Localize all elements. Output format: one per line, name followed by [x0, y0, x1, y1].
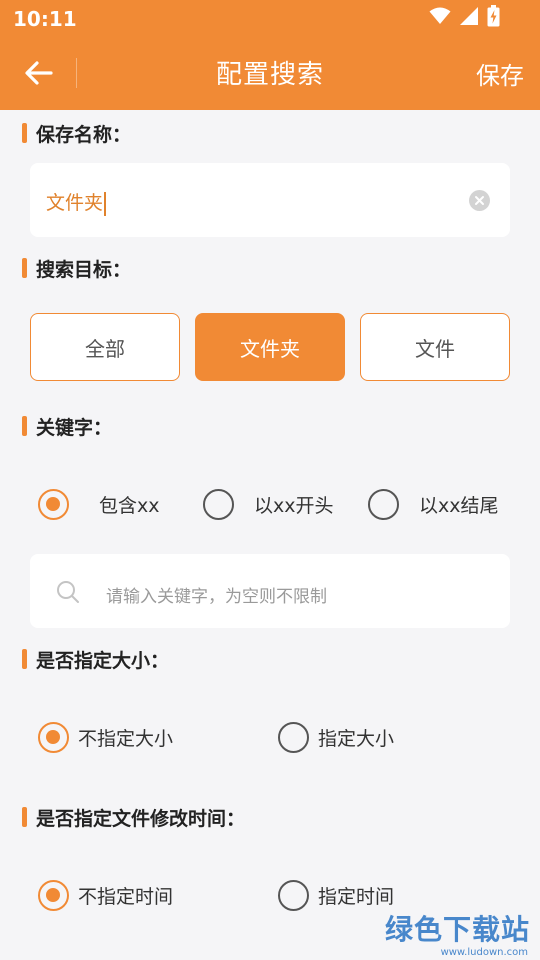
- radio-unchecked-icon: [278, 880, 309, 911]
- radio-label: 指定大小: [318, 728, 395, 750]
- search-target-label: 搜索目标：: [36, 258, 132, 281]
- save-name-label: 保存名称：: [36, 123, 132, 146]
- size-radio-group: 不指定大小 指定大小: [0, 718, 540, 758]
- radio-checked-icon: [38, 880, 69, 911]
- heading-accent-bar: [22, 258, 27, 278]
- radio-unchecked-icon: [368, 489, 399, 520]
- heading-accent-bar: [22, 649, 27, 669]
- page-title: 配置搜索: [215, 60, 324, 90]
- keyword-heading: 关键字：: [22, 414, 113, 439]
- signal-icon: [459, 6, 479, 30]
- watermark-url: www.ludown.com: [440, 947, 528, 958]
- save-name-value: 文件夹: [46, 192, 104, 214]
- search-target-option-all[interactable]: 全部: [30, 313, 180, 381]
- text-caret: [104, 191, 107, 216]
- keyword-search-input[interactable]: 请输入关键字，为空则不限制: [30, 554, 510, 628]
- radio-keyword-contains[interactable]: 包含xx: [38, 489, 160, 520]
- radio-checked-icon: [38, 489, 69, 520]
- radio-checked-icon: [38, 722, 69, 753]
- size-heading: 是否指定大小：: [22, 647, 170, 672]
- keyword-radio-group: 包含xx 以xx开头 以xx结尾: [0, 485, 540, 525]
- size-label: 是否指定大小：: [36, 649, 170, 672]
- radio-label: 以xx结尾: [419, 495, 499, 517]
- modify-time-label: 是否指定文件修改时间：: [36, 807, 246, 830]
- radio-label: 不指定时间: [78, 886, 174, 908]
- search-target-heading: 搜索目标：: [22, 256, 132, 281]
- radio-size-specified[interactable]: 指定大小: [278, 722, 394, 753]
- radio-label: 以xx开头: [254, 495, 334, 517]
- app-bar: 10:11 配置搜索 保存: [0, 0, 540, 110]
- search-target-option-folder[interactable]: 文件夹: [195, 313, 345, 381]
- modify-time-heading: 是否指定文件修改时间：: [22, 805, 246, 830]
- radio-label: 包含xx: [99, 495, 160, 517]
- toolbar: 配置搜索 保存: [0, 36, 540, 110]
- battery-charging-icon: [487, 5, 500, 31]
- radio-size-unspecified[interactable]: 不指定大小: [38, 722, 173, 753]
- save-button[interactable]: 保存: [476, 56, 524, 91]
- radio-label: 指定时间: [318, 886, 395, 908]
- status-time: 10:11: [13, 7, 77, 31]
- keyword-placeholder: 请输入关键字，为空则不限制: [106, 587, 327, 607]
- keyword-label: 关键字：: [36, 416, 113, 439]
- radio-time-unspecified[interactable]: 不指定时间: [38, 880, 173, 911]
- radio-keyword-ends-with[interactable]: 以xx结尾: [368, 489, 499, 520]
- radio-time-specified[interactable]: 指定时间: [278, 880, 394, 911]
- radio-unchecked-icon: [278, 722, 309, 753]
- radio-unchecked-icon: [203, 489, 234, 520]
- heading-accent-bar: [22, 123, 27, 143]
- wifi-icon: [429, 7, 451, 29]
- heading-accent-bar: [22, 807, 27, 827]
- save-name-heading: 保存名称：: [22, 121, 132, 146]
- watermark-text: 绿色下载站: [384, 913, 530, 946]
- status-bar: 10:11: [0, 0, 540, 36]
- status-icons: [429, 5, 500, 31]
- radio-keyword-starts-with[interactable]: 以xx开头: [203, 489, 334, 520]
- clear-circle-icon[interactable]: [469, 190, 490, 211]
- heading-accent-bar: [22, 416, 27, 436]
- search-icon: [56, 580, 80, 604]
- radio-label: 不指定大小: [78, 728, 174, 750]
- watermark-logo: 绿色下载站 www.ludown.com: [336, 908, 536, 958]
- save-name-field[interactable]: 文件夹: [30, 163, 510, 237]
- save-name-value-wrap: 文件夹: [46, 188, 107, 216]
- search-target-option-file[interactable]: 文件: [360, 313, 510, 381]
